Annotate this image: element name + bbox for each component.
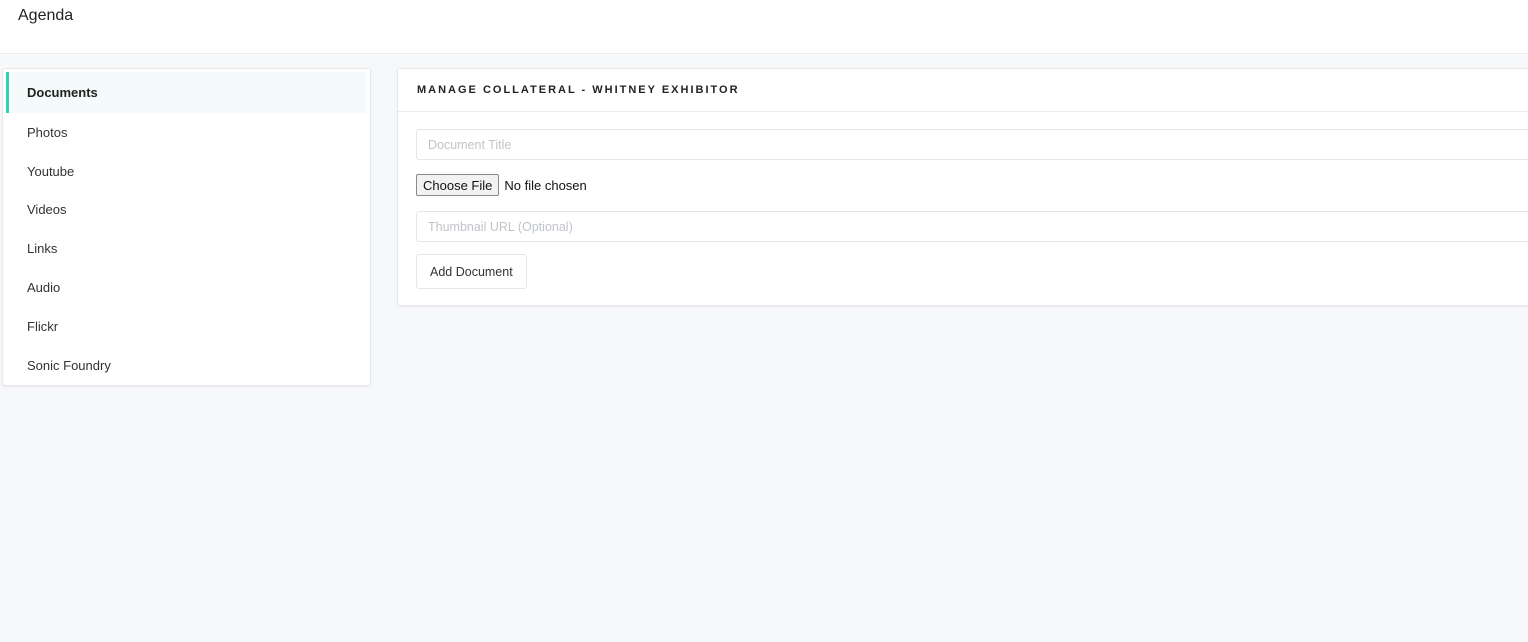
- file-picker: Choose File No file chosen: [416, 174, 1528, 196]
- thumbnail-url-input[interactable]: [416, 211, 1528, 242]
- sidebar-item-videos[interactable]: Videos: [6, 191, 366, 230]
- add-document-button[interactable]: Add Document: [416, 254, 527, 289]
- document-title-input[interactable]: [416, 129, 1528, 160]
- sidebar-item-flickr[interactable]: Flickr: [6, 307, 366, 346]
- sidebar-item-sonic-foundry[interactable]: Sonic Foundry: [6, 346, 366, 385]
- app-title: Agenda: [18, 7, 74, 24]
- file-status-text: No file chosen: [504, 177, 587, 193]
- sidebar-item-links[interactable]: Links: [6, 229, 366, 268]
- sidebar: Documents Photos Youtube Videos Links Au…: [2, 68, 371, 386]
- panel-title: MANAGE COLLATERAL - WHITNEY EXHIBITOR: [398, 69, 1528, 112]
- sidebar-item-documents[interactable]: Documents: [6, 72, 366, 113]
- sidebar-item-youtube[interactable]: Youtube: [6, 152, 366, 191]
- choose-file-button[interactable]: Choose File: [416, 174, 500, 196]
- document-form: Choose File No file chosen Add Document: [398, 112, 1528, 289]
- manage-collateral-panel: MANAGE COLLATERAL - WHITNEY EXHIBITOR Ch…: [397, 68, 1528, 306]
- top-bar: Agenda: [0, 0, 1528, 54]
- sidebar-item-audio[interactable]: Audio: [6, 268, 366, 307]
- sidebar-item-photos[interactable]: Photos: [6, 113, 366, 152]
